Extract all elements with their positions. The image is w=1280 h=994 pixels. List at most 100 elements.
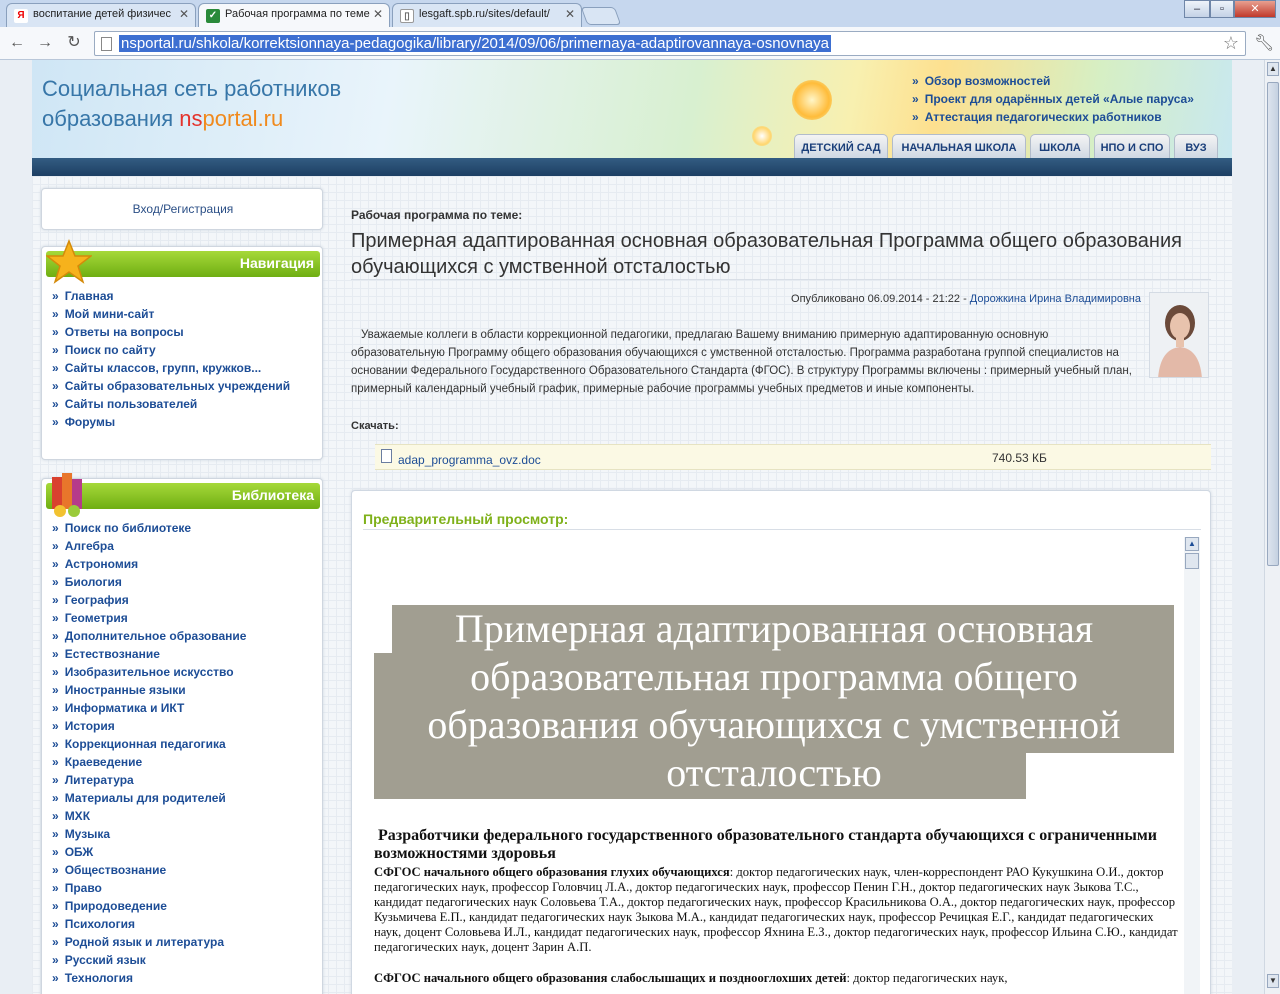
bullet-icon: »: [52, 325, 59, 339]
sidebar-library-item-label: Алгебра: [64, 539, 114, 553]
sidebar-library-item[interactable]: » Краеведение: [52, 753, 246, 771]
bullet-icon: »: [912, 92, 919, 106]
sidebar-library-item[interactable]: » Русский язык: [52, 951, 246, 969]
forward-arrow-icon[interactable]: →: [34, 33, 56, 53]
sidebar-library-item[interactable]: » Природоведение: [52, 897, 246, 915]
sidebar-library-item[interactable]: » География: [52, 591, 246, 609]
close-icon[interactable]: ✕: [373, 7, 383, 21]
close-icon[interactable]: ✕: [565, 7, 575, 21]
sidebar-nav-item[interactable]: » Сайты образовательных учреждений: [52, 377, 290, 395]
header-link-features[interactable]: » Обзор возможностей: [912, 72, 1194, 90]
sidebar-library-item-label: Иностранные языки: [64, 683, 186, 697]
sidebar-library-item[interactable]: » Естествознание: [52, 645, 246, 663]
browser-tab-2[interactable]: ✓ Рабочая программа по теме ✕: [198, 3, 390, 27]
sidebar-nav-item[interactable]: » Форумы: [52, 413, 290, 431]
bullet-icon: »: [52, 397, 59, 411]
tab-kindergarten[interactable]: ДЕТСКИЙ САД: [794, 134, 888, 158]
tab-school[interactable]: ШКОЛА: [1030, 134, 1090, 158]
sidebar-library-item[interactable]: » Биология: [52, 573, 246, 591]
sidebar-library-item[interactable]: » Литература: [52, 771, 246, 789]
preview-doc-title: Примерная адаптированная основная образо…: [427, 606, 1121, 795]
preview-scrollbar[interactable]: ▲: [1184, 537, 1200, 994]
sidebar-nav-item-label: Главная: [64, 289, 114, 303]
bullet-icon: »: [52, 755, 59, 769]
scroll-up-arrow-icon[interactable]: ▲: [1185, 537, 1199, 551]
sidebar-nav-item[interactable]: » Поиск по сайту: [52, 341, 290, 359]
preview-label: Предварительный просмотр:: [363, 511, 569, 527]
sidebar-library-item[interactable]: » Алгебра: [52, 537, 246, 555]
sidebar-library-item-label: Родной язык и литература: [64, 935, 224, 949]
page-scroll-thumb[interactable]: [1267, 82, 1279, 566]
close-window-button[interactable]: ✕: [1234, 0, 1276, 18]
bullet-icon: »: [52, 719, 59, 733]
sidebar-library-item[interactable]: » Поиск по библиотеке: [52, 519, 246, 537]
sidebar-library-item[interactable]: » Астрономия: [52, 555, 246, 573]
sidebar-library-item[interactable]: » Родной язык и литература: [52, 933, 246, 951]
bullet-icon: »: [52, 971, 59, 985]
sidebar-library-item-label: Поиск по библиотеке: [64, 521, 192, 535]
page-scrollbar[interactable]: ▲ ▼: [1264, 60, 1280, 994]
login-link[interactable]: Вход/Регистрация: [42, 202, 324, 216]
tab-primary-school[interactable]: НАЧАЛЬНАЯ ШКОЛА: [892, 134, 1026, 158]
file-download-link[interactable]: adap_programma_ovz.doc: [398, 453, 541, 467]
author-photo-icon: [1150, 293, 1208, 377]
browser-tab-1[interactable]: Я воспитание детей физичес ✕: [6, 3, 196, 27]
sidebar-library-item[interactable]: » Изобразительное искусство: [52, 663, 246, 681]
bullet-icon: »: [52, 593, 59, 607]
sidebar-library-item[interactable]: » ОБЖ: [52, 843, 246, 861]
reload-icon[interactable]: ↻: [63, 33, 85, 53]
close-icon[interactable]: ✕: [179, 7, 189, 21]
browser-tab-3[interactable]: ▯ lesgaft.spb.ru/sites/default/ ✕: [392, 3, 582, 27]
bullet-icon: »: [52, 827, 59, 841]
sidebar-library-item[interactable]: » Иностранные языки: [52, 681, 246, 699]
sidebar-library-item[interactable]: » Материалы для родителей: [52, 789, 246, 807]
sidebar-library-item[interactable]: » Музыка: [52, 825, 246, 843]
sidebar-library-item[interactable]: » История: [52, 717, 246, 735]
scroll-up-arrow-icon[interactable]: ▲: [1267, 62, 1279, 76]
tab-npo-spo[interactable]: НПО И СПО: [1094, 134, 1170, 158]
sidebar-nav-item-label: Форумы: [64, 415, 116, 429]
author-link[interactable]: Дорожкина Ирина Владимировна: [970, 293, 1141, 305]
address-bar[interactable]: nsportal.ru/shkola/korrektsionnaya-pedag…: [94, 31, 1246, 56]
link-label: Проект для одарённых детей «Алые паруса»: [924, 92, 1194, 106]
sidebar-library-item[interactable]: » Геометрия: [52, 609, 246, 627]
sidebar-nav-item[interactable]: » Мой мини-сайт: [52, 305, 290, 323]
scroll-down-arrow-icon[interactable]: ▼: [1267, 974, 1279, 988]
bullet-icon: »: [52, 917, 59, 931]
tab-university[interactable]: ВУЗ: [1174, 134, 1218, 158]
sidebar-library-item[interactable]: » МХК: [52, 807, 246, 825]
bullet-icon: »: [52, 701, 59, 715]
library-list: » Поиск по библиотеке» Алгебра» Астрономия»…: [52, 519, 246, 987]
sidebar-library-item[interactable]: » Дополнительное образование: [52, 627, 246, 645]
header-link-alye-parusa[interactable]: » Проект для одарённых детей «Алые паруса…: [912, 90, 1194, 108]
site-logo[interactable]: Социальная сеть работников образования n…: [42, 74, 341, 134]
header-links: » Обзор возможностей » Проект для одарённы…: [912, 72, 1194, 126]
sidebar-library-item[interactable]: » Коррекционная педагогика: [52, 735, 246, 753]
sidebar-nav-item[interactable]: » Сайты пользователей: [52, 395, 290, 413]
paragraph-lead: СФГОС начального общего образования слаб…: [374, 971, 847, 985]
new-tab-button[interactable]: [580, 7, 622, 25]
sidebar-nav-item[interactable]: » Главная: [52, 287, 290, 305]
sidebar-library-item-label: Природоведение: [64, 899, 167, 913]
page-title: Примерная адаптированная основная образо…: [351, 230, 1182, 278]
sidebar-library-item[interactable]: » Информатика и ИКТ: [52, 699, 246, 717]
preview-box: Предварительный просмотр: ▲ Примерная ад…: [351, 490, 1211, 994]
header-link-attestation[interactable]: » Аттестация педагогических работников: [912, 108, 1194, 126]
sidebar-nav-item[interactable]: » Ответы на вопросы: [52, 323, 290, 341]
wrench-icon[interactable]: 🔧︎: [1254, 33, 1274, 53]
bookmark-star-icon[interactable]: ☆: [1223, 33, 1239, 54]
minimize-button[interactable]: –: [1184, 0, 1210, 18]
sidebar-library-item[interactable]: » Психология: [52, 915, 246, 933]
sidebar-library-item-label: Музыка: [64, 827, 111, 841]
sidebar-library-item[interactable]: » Технология: [52, 969, 246, 987]
sidebar-library-item[interactable]: » Обществознание: [52, 861, 246, 879]
maximize-button[interactable]: ▫: [1210, 0, 1234, 18]
sidebar-nav-item[interactable]: » Сайты классов, групп, кружков...: [52, 359, 290, 377]
sidebar-library-item[interactable]: » Право: [52, 879, 246, 897]
brand-ns: ns: [179, 106, 203, 131]
url-text[interactable]: nsportal.ru/shkola/korrektsionnaya-pedag…: [119, 35, 831, 52]
preview-scroll-thumb[interactable]: [1185, 553, 1199, 569]
library-box: Библиотека » Поиск по библиотеке» Алгебра»…: [41, 473, 323, 994]
back-arrow-icon[interactable]: ←: [6, 33, 28, 53]
avatar[interactable]: [1149, 292, 1209, 378]
